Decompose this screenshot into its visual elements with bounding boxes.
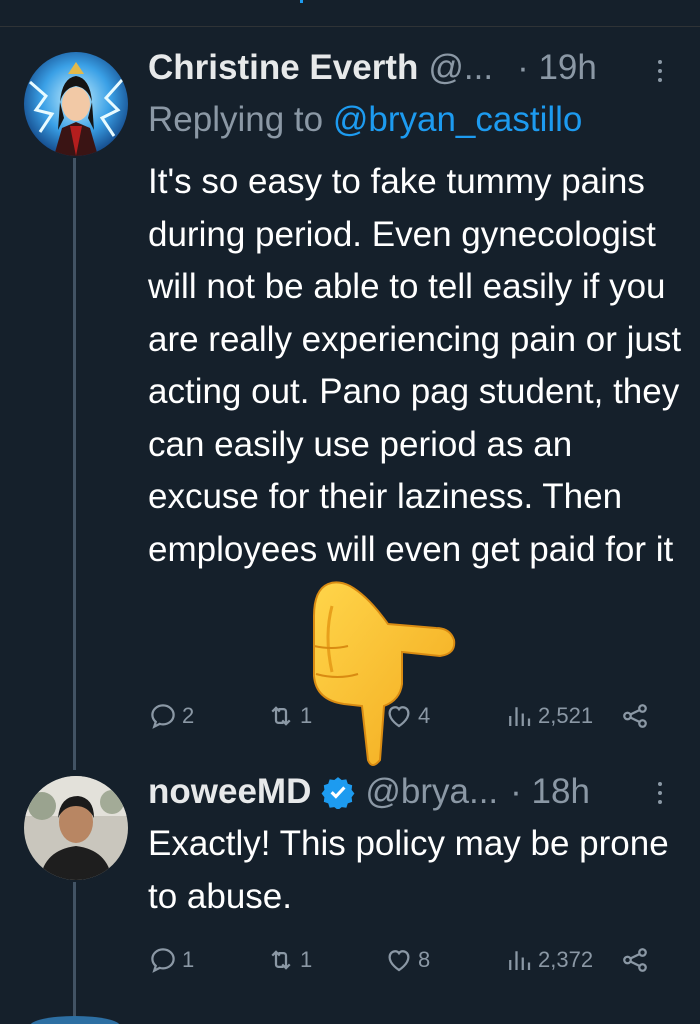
author-name[interactable]: Christine Everth (148, 48, 418, 88)
more-icon[interactable] (656, 60, 664, 90)
replying-to-label: Replying to (148, 100, 333, 139)
reply-button[interactable]: 1 (148, 940, 194, 980)
share-button[interactable] (620, 696, 650, 736)
view-count: 2,521 (538, 703, 594, 728)
more-icon[interactable] (656, 782, 664, 812)
action-bar: 1 1 8 2,372 (148, 940, 668, 980)
avatar[interactable] (24, 52, 128, 156)
timestamp[interactable]: · 19h (517, 48, 597, 88)
retweet-icon (271, 706, 291, 726)
thread-line (73, 158, 76, 770)
verified-badge-icon (321, 777, 355, 809)
reply-button[interactable]: 2 (148, 696, 194, 736)
view-count: 2,372 (538, 947, 594, 972)
share-icon (623, 704, 647, 728)
author-name[interactable]: noweeMD (148, 772, 311, 812)
reply-count: 1 (182, 947, 195, 972)
views-button[interactable]: 2,372 (504, 940, 593, 980)
reply-count: 2 (182, 703, 195, 728)
next-tweet-avatar (30, 1016, 120, 1024)
timestamp[interactable]: · 18h (510, 772, 590, 812)
author-handle[interactable]: @brya... (365, 772, 498, 812)
like-count: 8 (418, 947, 431, 972)
like-button[interactable]: 8 (384, 940, 430, 980)
replying-to: Replying to @bryan_castillo (148, 100, 582, 140)
tweet-header: Christine Everth @... · 19h (148, 48, 597, 88)
like-icon (388, 950, 410, 972)
avatar[interactable] (24, 776, 128, 880)
tweet-header: noweeMD @brya... · 18h (148, 772, 590, 812)
share-button[interactable] (620, 940, 650, 980)
views-icon (509, 707, 531, 726)
pointing-hand-emoji (313, 581, 456, 766)
reply-icon (151, 704, 175, 729)
retweet-icon (271, 950, 291, 970)
tweet-text: It's so easy to fake tummy pains during … (148, 162, 682, 569)
author-handle[interactable]: @... (428, 48, 493, 88)
retweet-count: 1 (300, 947, 313, 972)
tab-indicator (300, 0, 303, 3)
reply-icon (151, 948, 175, 973)
share-icon (623, 948, 647, 972)
views-button[interactable]: 2,521 (504, 696, 593, 736)
reply-handle-link[interactable]: @bryan_castillo (333, 100, 583, 139)
views-icon (509, 951, 531, 970)
retweet-button[interactable]: 1 (266, 940, 312, 980)
thread-line (73, 882, 76, 1024)
top-divider (0, 26, 700, 27)
tweet-text: Exactly! This policy may be prone to abu… (148, 824, 669, 916)
